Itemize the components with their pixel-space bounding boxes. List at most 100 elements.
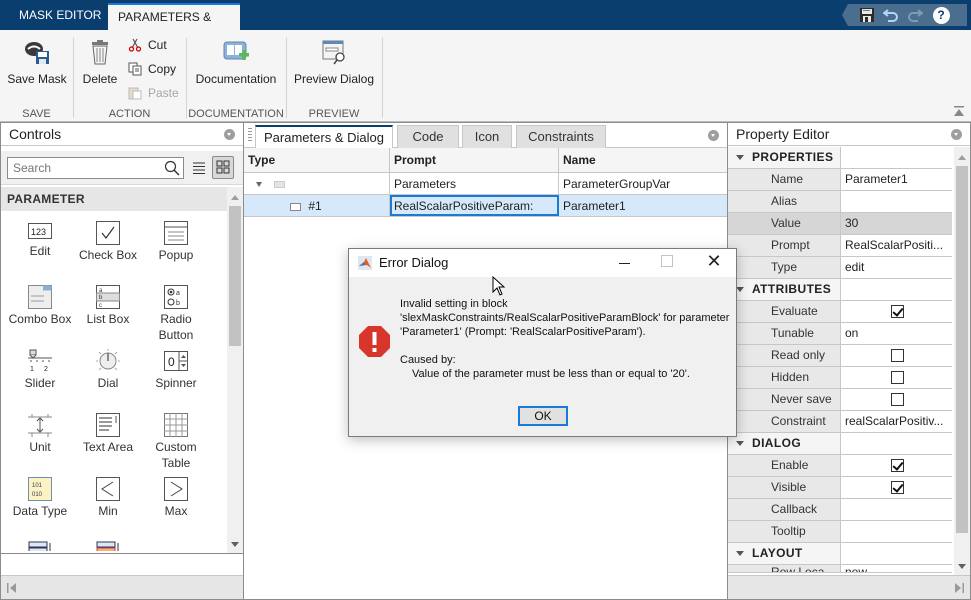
undo-icon[interactable] xyxy=(882,6,900,24)
maximize-icon[interactable] xyxy=(661,255,673,267)
column-header-name[interactable]: Name xyxy=(559,148,727,172)
prop-row-visible[interactable]: Visible xyxy=(728,477,952,499)
never-save-checkbox[interactable] xyxy=(891,393,904,406)
section-properties[interactable]: PROPERTIES xyxy=(728,147,952,169)
dialog-title-bar[interactable]: Error Dialog ✕ xyxy=(349,249,736,277)
prompt-cell[interactable]: RealScalarPositiveParam: xyxy=(390,195,559,216)
drag-handle-icon[interactable] xyxy=(248,128,252,142)
prop-value[interactable]: new xyxy=(841,565,952,572)
control-max[interactable]: Max xyxy=(142,477,210,519)
tab-parameters-dialog-pane[interactable]: Parameters & Dialog xyxy=(255,125,393,148)
control-partial[interactable] xyxy=(74,541,142,551)
cut-button[interactable]: Cut xyxy=(128,38,167,52)
control-edit[interactable]: 123 Edit xyxy=(6,221,74,259)
prop-value[interactable] xyxy=(841,191,952,212)
column-header-prompt[interactable]: Prompt xyxy=(390,148,559,172)
prop-row-tunable[interactable]: Tunable on xyxy=(728,323,952,345)
paste-button[interactable]: Paste xyxy=(128,86,179,100)
close-icon[interactable]: ✕ xyxy=(703,251,725,273)
documentation-button[interactable]: Documentation xyxy=(192,38,280,86)
control-list-box[interactable]: abc List Box xyxy=(74,285,142,327)
visible-checkbox[interactable] xyxy=(891,481,904,494)
hidden-checkbox[interactable] xyxy=(891,371,904,384)
prop-value[interactable]: edit xyxy=(841,257,952,278)
prop-row-row-location[interactable]: Row Loca... new xyxy=(728,565,952,573)
name-cell[interactable]: Parameter1 xyxy=(559,195,727,216)
scroll-thumb[interactable] xyxy=(956,166,968,533)
collapse-icon[interactable] xyxy=(736,287,744,293)
control-data-type[interactable]: 101 010 Data Type xyxy=(6,477,74,519)
panel-menu-icon[interactable] xyxy=(224,129,235,140)
tab-icon[interactable]: Icon xyxy=(462,125,512,148)
tab-constraints[interactable]: Constraints xyxy=(516,125,606,148)
save-mask-button[interactable]: Save Mask xyxy=(6,38,68,86)
prop-row-alias[interactable]: Alias xyxy=(728,191,952,213)
control-check-box[interactable]: Check Box xyxy=(74,221,142,263)
prop-row-never-save[interactable]: Never save xyxy=(728,389,952,411)
property-scrollbar[interactable] xyxy=(954,147,970,575)
panel-menu-icon[interactable] xyxy=(708,130,719,141)
scroll-up-icon[interactable] xyxy=(958,155,966,160)
section-layout[interactable]: LAYOUT xyxy=(728,543,952,565)
scroll-up-icon[interactable] xyxy=(231,195,239,200)
table-row[interactable]: Parameters ParameterGroupVar xyxy=(244,173,727,195)
table-row[interactable]: #1 RealScalarPositiveParam: Parameter1 xyxy=(244,195,727,217)
controls-scrollbar[interactable] xyxy=(227,187,243,553)
prop-row-constraint[interactable]: Constraint realScalarPositiv... xyxy=(728,411,952,433)
scroll-left-end-icon[interactable] xyxy=(7,583,17,593)
prop-row-enable[interactable]: Enable xyxy=(728,455,952,477)
copy-button[interactable]: Copy xyxy=(128,62,176,76)
name-cell[interactable]: ParameterGroupVar xyxy=(559,173,727,194)
prop-row-callback[interactable]: Callback xyxy=(728,499,952,521)
expand-icon[interactable] xyxy=(256,182,262,188)
control-popup[interactable]: Popup xyxy=(142,221,210,263)
redo-icon[interactable] xyxy=(906,6,924,24)
control-text-area[interactable]: Text Area xyxy=(74,413,142,455)
scroll-right-end-icon[interactable] xyxy=(954,583,964,593)
prop-value[interactable] xyxy=(841,499,952,520)
tab-parameters-dialog[interactable]: PARAMETERS & DIALOG xyxy=(108,3,240,49)
prompt-cell[interactable]: Parameters xyxy=(390,173,559,194)
prop-value[interactable]: 30 xyxy=(841,213,952,234)
prop-value[interactable]: on xyxy=(841,323,952,344)
prop-value[interactable]: realScalarPositiv... xyxy=(841,411,952,432)
controls-horizontal-scrollbar[interactable] xyxy=(1,575,243,599)
scroll-thumb[interactable] xyxy=(229,206,241,346)
column-header-type[interactable]: Type xyxy=(244,148,390,172)
control-custom-table[interactable]: Custom Table xyxy=(142,413,210,471)
prop-row-value[interactable]: Value 30 xyxy=(728,213,952,235)
section-attributes[interactable]: ATTRIBUTES xyxy=(728,279,952,301)
tab-mask-editor[interactable]: MASK EDITOR xyxy=(9,3,111,30)
control-slider[interactable]: 12 Slider xyxy=(6,349,74,391)
search-input[interactable] xyxy=(8,158,158,178)
collapse-icon[interactable] xyxy=(736,155,744,161)
control-spinner[interactable]: 0 Spinner xyxy=(142,349,210,391)
prop-row-hidden[interactable]: Hidden xyxy=(728,367,952,389)
scroll-down-icon[interactable] xyxy=(958,564,966,569)
ok-button[interactable]: OK xyxy=(518,406,568,426)
prop-value[interactable]: Parameter1 xyxy=(841,169,952,190)
evaluate-checkbox[interactable] xyxy=(891,305,904,318)
delete-button[interactable]: Delete xyxy=(80,38,120,86)
control-partial[interactable] xyxy=(6,541,74,551)
list-view-icon[interactable] xyxy=(191,160,207,176)
save-icon[interactable] xyxy=(858,6,876,24)
prop-value[interactable]: RealScalarPositi... xyxy=(841,235,952,256)
property-horizontal-scrollbar[interactable] xyxy=(728,575,970,599)
prop-row-evaluate[interactable]: Evaluate xyxy=(728,301,952,323)
control-combo-box[interactable]: Combo Box xyxy=(6,285,74,327)
enable-checkbox[interactable] xyxy=(891,459,904,472)
control-min[interactable]: Min xyxy=(74,477,142,519)
prop-row-prompt[interactable]: Prompt RealScalarPositi... xyxy=(728,235,952,257)
collapse-ribbon-icon[interactable] xyxy=(954,106,964,116)
help-icon[interactable]: ? xyxy=(932,6,950,24)
minimize-icon[interactable] xyxy=(615,253,635,273)
control-dial[interactable]: Dial xyxy=(74,349,142,391)
prop-row-type[interactable]: Type edit xyxy=(728,257,952,279)
prop-row-read-only[interactable]: Read only xyxy=(728,345,952,367)
scroll-down-icon[interactable] xyxy=(231,542,239,547)
control-unit[interactable]: Unit xyxy=(6,413,74,455)
read-only-checkbox[interactable] xyxy=(891,349,904,362)
control-radio-button[interactable]: ab Radio Button xyxy=(142,285,210,343)
preview-dialog-button[interactable]: Preview Dialog xyxy=(292,38,376,86)
